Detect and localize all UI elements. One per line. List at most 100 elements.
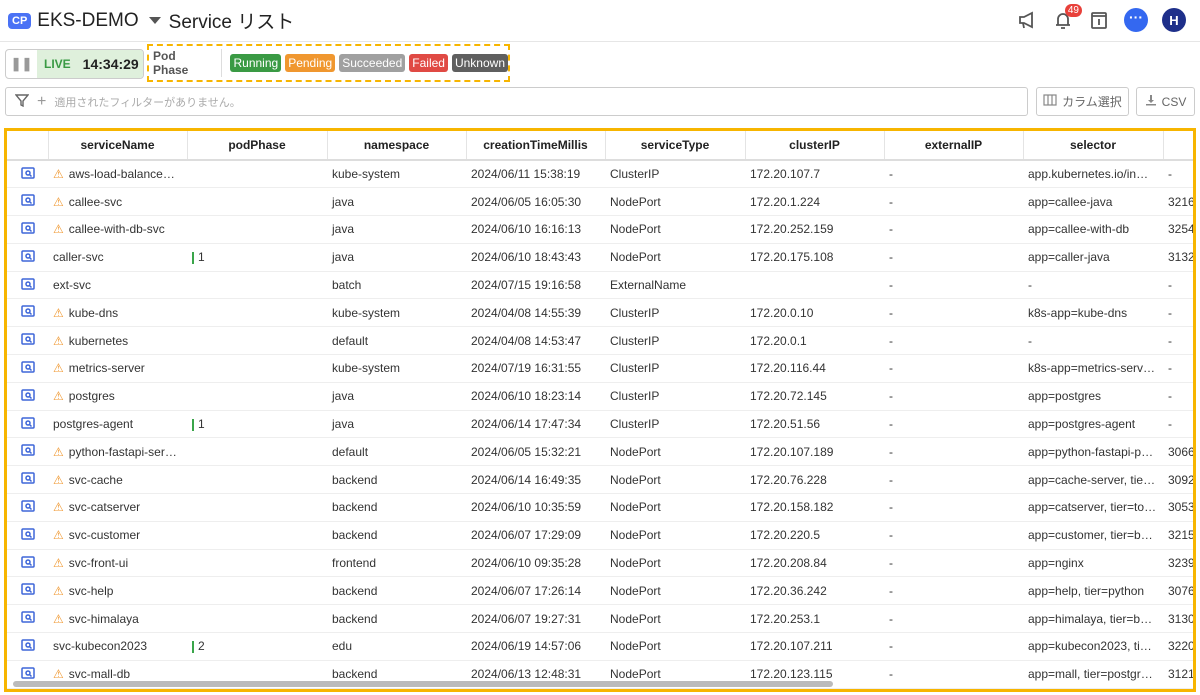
detail-icon[interactable] [7,160,48,189]
cell-ext: - [884,576,1023,606]
chat-icon[interactable]: ··· [1124,8,1148,32]
cell-serviceName[interactable]: postgres-agent [48,410,187,439]
cell-ext: - [884,521,1023,550]
detail-icon[interactable] [7,243,48,272]
detail-icon[interactable] [7,354,48,383]
cell-serviceName[interactable]: ⚠ kubernetes [48,326,187,356]
table-row[interactable]: ⚠ kube-dns kube-system 2024/04/08 14:55:39 C… [7,298,1193,328]
cell-serviceName[interactable]: svc-kubecon2023 [48,632,187,661]
column-header[interactable]: clusterIP [745,131,885,161]
column-header[interactable]: selector [1023,131,1164,161]
detail-icon[interactable] [7,410,48,439]
detail-icon[interactable] [7,465,48,495]
table-row[interactable]: ⚠ metrics-server kube-system 2024/07/19 16:… [7,354,1193,383]
table-row[interactable]: ⚠ svc-front-ui frontend 2024/06/10 09:35:28… [7,549,1193,578]
avatar[interactable]: H [1162,8,1186,32]
column-select-button[interactable]: カラム選択 [1036,87,1129,116]
project-name[interactable]: EKS-DEMO [37,10,138,32]
table-row[interactable]: postgres-agent 1 java 2024/06/14 17:47:34 Cl… [7,410,1193,439]
megaphone-icon[interactable] [1016,9,1038,31]
column-header[interactable]: creationTimeMillis [466,131,606,161]
detail-icon[interactable] [7,493,48,522]
column-header[interactable]: podPhase [187,131,328,161]
cell-serviceName[interactable]: ⚠ python-fastapi-ser… [48,437,187,467]
table-row[interactable]: ⚠ aws-load-balance… kube-system 2024/06/11 … [7,160,1193,189]
info-panel-icon[interactable] [1088,9,1110,31]
table-row[interactable]: ⚠ kubernetes default 2024/04/08 14:53:47 Clu… [7,326,1193,356]
column-header[interactable] [1163,131,1193,161]
pause-icon[interactable]: ❚❚ [6,50,37,78]
warning-icon: ⚠ [53,444,64,459]
cell-ip: 172.20.0.10 [745,298,884,328]
detail-icon[interactable] [7,187,48,217]
column-header[interactable]: externalIP [884,131,1024,161]
cell-sel: app=callee-with-db [1023,215,1163,244]
live-toggle[interactable]: ❚❚ LIVE 14:34:29 [5,49,144,79]
detail-icon[interactable] [7,215,48,244]
detail-icon[interactable] [7,437,48,467]
warning-icon: ⚠ [53,500,64,515]
cell-ns: backend [327,604,466,634]
detail-icon[interactable] [7,271,48,300]
chip-running[interactable]: Running [230,54,282,72]
columns-icon [1043,94,1057,109]
cell-serviceName[interactable]: ⚠ metrics-server [48,354,187,383]
project-dropdown-icon[interactable] [148,17,161,24]
cell-ns: java [327,382,466,411]
cell-serviceName[interactable]: ⚠ svc-customer [48,521,187,550]
table-row[interactable]: ⚠ python-fastapi-ser… default 2024/06/05 15… [7,437,1193,467]
column-header[interactable]: serviceType [605,131,746,161]
table-row[interactable]: ⚠ postgres java 2024/06/10 18:23:14 ClusterI… [7,382,1193,411]
chip-pending[interactable]: Pending [285,54,336,72]
table-row[interactable]: svc-kubecon2023 2 edu 2024/06/19 14:57:06 No… [7,632,1193,661]
column-header[interactable]: serviceName [48,131,188,161]
detail-icon[interactable] [7,298,48,328]
chip-succeeded[interactable]: Succeeded [339,54,406,72]
cell-serviceName[interactable]: ⚠ kube-dns [48,298,187,328]
cell-serviceName[interactable]: ⚠ postgres [48,382,187,411]
cell-serviceName[interactable]: ⚠ aws-load-balance… [48,160,187,189]
column-header[interactable] [7,131,49,161]
detail-icon[interactable] [7,521,48,550]
cell-serviceName[interactable]: ⚠ svc-front-ui [48,549,187,578]
table-row[interactable]: ⚠ svc-customer backend 2024/06/07 17:29:09 N… [7,521,1193,550]
cell-serviceName[interactable]: ext-svc [48,271,187,300]
table-row[interactable]: caller-svc 1 java 2024/06/10 18:43:43 NodePo… [7,243,1193,272]
cell-serviceName[interactable]: ⚠ callee-svc [48,187,187,217]
cell-last: 3053 [1163,493,1193,522]
horizontal-scrollbar[interactable] [13,681,833,687]
cell-serviceName[interactable]: caller-svc [48,243,187,272]
filter-placeholder: 適用されたフィルターがありません。 [54,96,241,109]
cell-last: 3216 [1163,187,1193,217]
cell-serviceName[interactable]: ⚠ svc-cache [48,465,187,495]
detail-icon[interactable] [7,576,48,606]
cell-podPhase [187,493,327,522]
table-row[interactable]: ⚠ svc-catserver backend 2024/06/10 10:35:59… [7,493,1193,522]
chip-unknown[interactable]: Unknown [451,54,508,72]
cell-serviceName[interactable]: ⚠ svc-help [48,576,187,606]
detail-icon[interactable] [7,326,48,356]
cell-serviceName[interactable]: ⚠ callee-with-db-svc [48,215,187,244]
table-row[interactable]: ⚠ callee-svc java 2024/06/05 16:05:30 NodePo… [7,187,1193,217]
cell-ip: 172.20.208.84 [745,549,884,578]
csv-button[interactable]: CSV [1136,87,1195,116]
cell-serviceName[interactable]: ⚠ svc-himalaya [48,604,187,634]
column-header[interactable]: namespace [327,131,467,161]
table-row[interactable]: ⚠ svc-help backend 2024/06/07 17:26:14 NodeP… [7,576,1193,606]
chip-failed[interactable]: Failed [409,54,448,72]
warning-icon: ⚠ [53,305,64,320]
warning-icon: ⚠ [53,389,64,404]
cell-serviceName[interactable]: ⚠ svc-catserver [48,493,187,522]
cell-ext: - [884,187,1023,217]
table-row[interactable]: ⚠ svc-cache backend 2024/06/14 16:49:35 Node… [7,465,1193,495]
detail-icon[interactable] [7,604,48,634]
filter-input[interactable]: + 適用されたフィルターがありません。 [5,87,1028,116]
detail-icon[interactable] [7,382,48,411]
table-row[interactable]: ⚠ svc-himalaya backend 2024/06/07 19:27:31 N… [7,604,1193,634]
detail-icon[interactable] [7,549,48,578]
table-row[interactable]: ⚠ callee-with-db-svc java 2024/06/10 16:16:… [7,215,1193,244]
bell-icon[interactable]: 49 [1052,4,1082,31]
add-filter-icon[interactable]: + [37,93,46,111]
detail-icon[interactable] [7,632,48,661]
table-row[interactable]: ext-svc batch 2024/07/15 19:16:58 ExternalN… [7,271,1193,300]
